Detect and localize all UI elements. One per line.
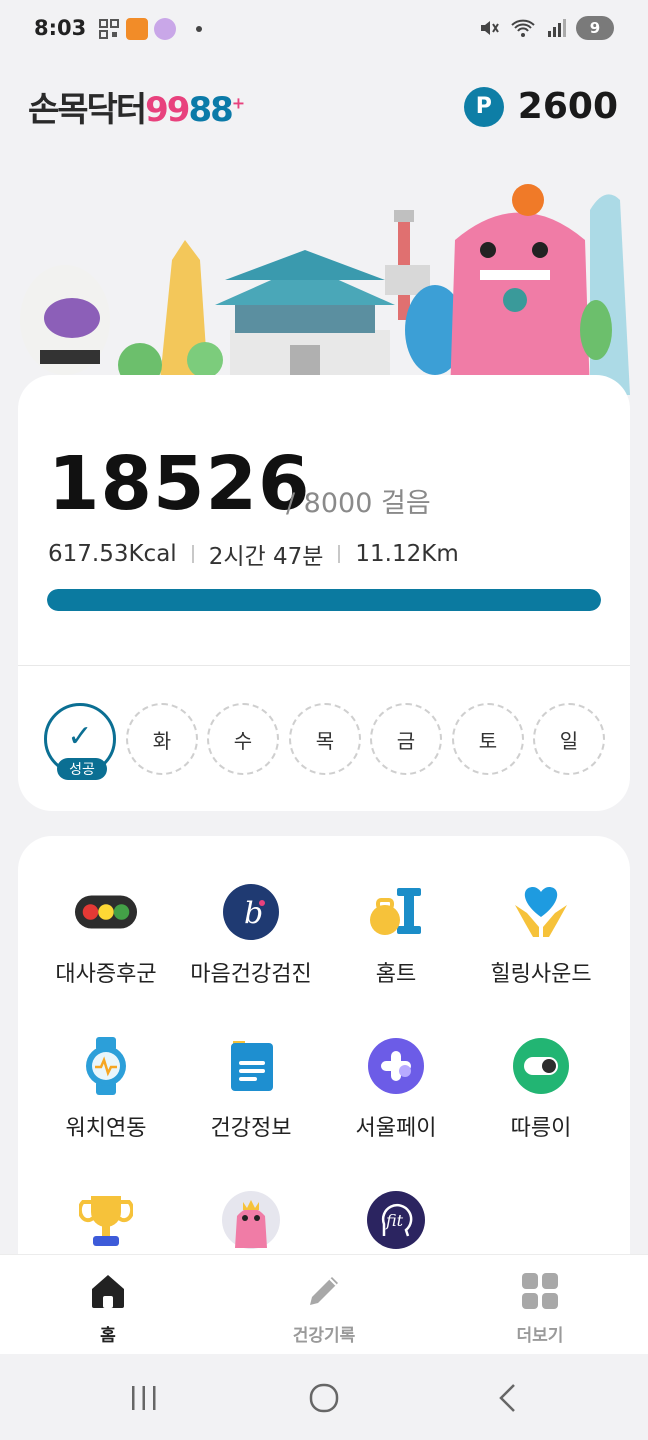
menu-seoul-pay[interactable]: 서울페이 — [321, 1034, 471, 1142]
stat-divider — [338, 545, 341, 563]
step-summary-card[interactable]: 18526 / 8000 걸음 617.53Kcal 2시간 47분 11.12… — [18, 375, 630, 811]
nav-label: 홈 — [100, 1326, 116, 1346]
mute-icon — [481, 21, 499, 35]
step-progress-bar — [47, 589, 601, 611]
traffic-light-icon — [74, 880, 138, 944]
day-thu[interactable]: 목 — [289, 703, 361, 775]
stat-divider — [191, 545, 194, 563]
menu-healing-sound[interactable]: 힐링사운드 — [466, 880, 616, 988]
day-fri[interactable]: 금 — [370, 703, 442, 775]
menu-label: 마음건강검진 — [190, 962, 312, 987]
system-status-icons: 9 — [478, 16, 614, 40]
day-sat[interactable]: 토 — [452, 703, 524, 775]
app-logo: 손목닥터9988+ — [28, 82, 245, 131]
success-badge: 성공 — [57, 758, 107, 780]
day-wed[interactable]: 수 — [207, 703, 279, 775]
activity-stats: 617.53Kcal 2시간 47분 11.12Km — [48, 537, 459, 571]
day-label: 토 — [478, 728, 498, 753]
logo-plus: + — [231, 93, 245, 113]
step-progress-fill — [47, 589, 601, 611]
day-sun[interactable]: 일 — [533, 703, 605, 775]
more-notifications-icon — [196, 26, 202, 32]
back-button[interactable] — [478, 1380, 538, 1416]
card-divider — [18, 665, 630, 666]
trophy-icon — [74, 1188, 138, 1252]
points-display[interactable]: P 2600 — [463, 86, 618, 127]
bottom-navigation: 홈 건강기록 더보기 — [0, 1254, 648, 1354]
points-icon: P — [463, 86, 504, 127]
menu-watch-link[interactable]: 워치연동 — [31, 1034, 181, 1142]
points-value: 2600 — [517, 86, 618, 127]
menu-label: 워치연동 — [65, 1116, 147, 1141]
menu-metabolic-syndrome[interactable]: 대사증후군 — [31, 880, 181, 988]
grid-icon — [470, 1269, 610, 1313]
back-chevron-icon — [499, 1384, 515, 1412]
nav-home[interactable]: 홈 — [38, 1269, 178, 1346]
qr-notification-icon — [99, 19, 119, 39]
day-label: 화 — [152, 728, 172, 753]
logo-number-a: 99 — [145, 90, 190, 130]
app-notification-icon — [126, 18, 148, 40]
day-label: 금 — [396, 728, 416, 753]
menu-home-training[interactable]: 홈트 — [321, 880, 471, 988]
banner-illustration — [20, 184, 630, 395]
menu-ttareungi[interactable]: 따릉이 — [466, 1034, 616, 1142]
menu-challenge[interactable] — [31, 1188, 181, 1264]
wifi-icon — [511, 19, 535, 37]
notification-icons — [98, 18, 202, 40]
logo-number-b: 88 — [188, 90, 233, 130]
check-icon: ✓ — [67, 718, 93, 754]
bike-toggle-icon — [509, 1034, 573, 1098]
kettlebell-dumbbell-icon — [364, 880, 428, 944]
fit-head-icon: fit — [364, 1188, 428, 1252]
menu-label: 대사증후군 — [55, 962, 157, 987]
menu-health-info[interactable]: 건강정보 — [176, 1034, 326, 1142]
nav-health-record[interactable]: 건강기록 — [254, 1269, 394, 1346]
nav-label: 건강기록 — [292, 1326, 356, 1346]
seoul-landmarks-banner — [0, 180, 648, 395]
menu-label: 건강정보 — [210, 1116, 292, 1141]
home-circle-icon — [309, 1383, 339, 1413]
home-icon — [38, 1269, 178, 1313]
menu-fit[interactable]: fit — [321, 1188, 471, 1264]
system-navigation-bar — [0, 1354, 648, 1440]
home-button[interactable] — [294, 1380, 354, 1416]
mind-b-icon: b — [219, 880, 283, 944]
battery-level: 9 — [589, 19, 601, 37]
heart-hands-icon — [509, 880, 573, 944]
character-avatar-icon — [219, 1188, 283, 1252]
menu-mind-checkup[interactable]: b 마음건강검진 — [176, 880, 326, 988]
nav-more[interactable]: 더보기 — [470, 1269, 610, 1346]
day-tue[interactable]: 화 — [126, 703, 198, 775]
status-time: 8:03 — [34, 16, 87, 40]
duration-value: 2시간 47분 — [208, 544, 324, 570]
menu-label: 힐링사운드 — [490, 962, 592, 987]
step-count: 18526 — [48, 441, 311, 527]
document-icon — [219, 1034, 283, 1098]
menu-label: 서울페이 — [355, 1116, 437, 1141]
menu-character[interactable] — [176, 1188, 326, 1264]
svg-text:fit: fit — [385, 1211, 404, 1230]
recent-apps-icon — [132, 1386, 156, 1410]
signal-icon — [548, 19, 566, 37]
menu-label: 따릉이 — [510, 1116, 572, 1141]
status-bar: 8:03 9 — [0, 0, 648, 60]
recent-apps-button[interactable] — [114, 1380, 174, 1416]
battery-icon: 9 — [576, 16, 614, 40]
nav-label: 더보기 — [516, 1326, 564, 1346]
pencil-icon — [254, 1269, 394, 1313]
day-label: 수 — [233, 728, 253, 753]
step-goal: / 8000 걸음 — [286, 488, 431, 519]
logo-text: 손목닥터 — [28, 90, 147, 130]
day-label: 목 — [315, 728, 335, 753]
day-label: 일 — [559, 728, 579, 753]
day-mon[interactable]: ✓ 성공 — [44, 703, 116, 780]
weekly-streak: ✓ 성공 화 수 목 금 토 일 — [44, 703, 610, 783]
menu-label: 홈트 — [375, 962, 417, 987]
calories-value: 617.53Kcal — [48, 541, 177, 567]
distance-value: 11.12Km — [355, 541, 459, 567]
watch-icon — [74, 1034, 138, 1098]
heart-notification-icon — [154, 18, 176, 40]
seoul-pay-icon — [364, 1034, 428, 1098]
